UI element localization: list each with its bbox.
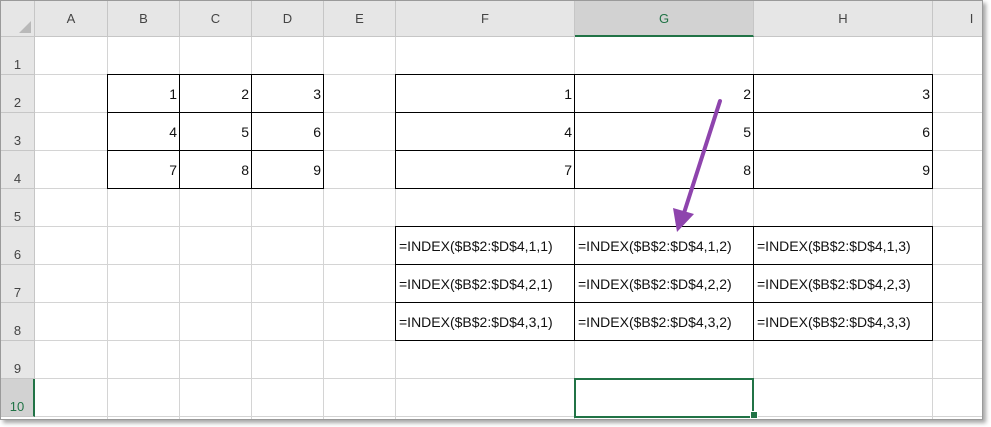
- source-cell-1-3[interactable]: 3: [251, 74, 324, 113]
- result-cell-1-2[interactable]: 2: [574, 74, 754, 113]
- fill-handle[interactable]: [750, 411, 758, 419]
- column-header-e[interactable]: E: [324, 1, 396, 37]
- source-cell-3-2[interactable]: 8: [179, 150, 252, 189]
- column-header-c[interactable]: C: [180, 1, 252, 37]
- column-header-d[interactable]: D: [252, 1, 324, 37]
- select-all-button[interactable]: [1, 1, 35, 37]
- column-header-g[interactable]: G: [575, 1, 754, 37]
- source-cell-3-1[interactable]: 7: [107, 150, 180, 189]
- formula-cell-1-1[interactable]: =INDEX($B$2:$D$4,1,1): [395, 226, 575, 265]
- row-header-5[interactable]: 5: [1, 189, 35, 227]
- result-cell-1-1[interactable]: 1: [395, 74, 575, 113]
- formula-cell-1-2[interactable]: =INDEX($B$2:$D$4,1,2): [574, 226, 754, 265]
- result-cell-3-3[interactable]: 9: [753, 150, 933, 189]
- column-header-f[interactable]: F: [396, 1, 575, 37]
- active-cell-g10[interactable]: [574, 378, 754, 418]
- column-header-i[interactable]: I: [933, 1, 982, 37]
- row-header-10[interactable]: 10: [1, 379, 35, 417]
- column-header-h[interactable]: H: [754, 1, 933, 37]
- row-header-6[interactable]: 6: [1, 227, 35, 265]
- formula-cell-2-2[interactable]: =INDEX($B$2:$D$4,2,2): [574, 264, 754, 303]
- formula-cell-3-3[interactable]: =INDEX($B$2:$D$4,3,3): [753, 302, 933, 341]
- formula-cell-1-3[interactable]: =INDEX($B$2:$D$4,1,3): [753, 226, 933, 265]
- result-cell-3-2[interactable]: 8: [574, 150, 754, 189]
- row-header-8[interactable]: 8: [1, 303, 35, 341]
- row-header-3[interactable]: 3: [1, 113, 35, 151]
- gridline-horizontal: [35, 416, 982, 417]
- result-cell-2-2[interactable]: 5: [574, 112, 754, 151]
- result-cell-1-3[interactable]: 3: [753, 74, 933, 113]
- source-cell-2-2[interactable]: 5: [179, 112, 252, 151]
- annotation-arrow-icon: [673, 99, 722, 232]
- row-header-7[interactable]: 7: [1, 265, 35, 303]
- formula-cell-3-1[interactable]: =INDEX($B$2:$D$4,3,1): [395, 302, 575, 341]
- gridline-horizontal: [35, 378, 982, 379]
- select-all-triangle-icon: [19, 21, 31, 33]
- row-header-9[interactable]: 9: [1, 341, 35, 379]
- result-cell-3-1[interactable]: 7: [395, 150, 575, 189]
- result-cell-2-1[interactable]: 4: [395, 112, 575, 151]
- source-cell-1-2[interactable]: 2: [179, 74, 252, 113]
- spreadsheet-window: A B C D E F G H I 1 2 3 4 5 6 7 8 9 10 1 2 3 4 5 6 7 8 9 1 2 3 4 5 6 7 8 9 =I…: [0, 0, 983, 420]
- column-header-b[interactable]: B: [108, 1, 180, 37]
- row-header-2[interactable]: 2: [1, 75, 35, 113]
- row-header-1[interactable]: 1: [1, 37, 35, 75]
- result-cell-2-3[interactable]: 6: [753, 112, 933, 151]
- formula-cell-2-3[interactable]: =INDEX($B$2:$D$4,2,3): [753, 264, 933, 303]
- formula-cell-3-2[interactable]: =INDEX($B$2:$D$4,3,2): [574, 302, 754, 341]
- column-header-a[interactable]: A: [35, 1, 108, 37]
- source-cell-1-1[interactable]: 1: [107, 74, 180, 113]
- source-cell-2-1[interactable]: 4: [107, 112, 180, 151]
- source-cell-2-3[interactable]: 6: [251, 112, 324, 151]
- formula-cell-2-1[interactable]: =INDEX($B$2:$D$4,2,1): [395, 264, 575, 303]
- source-cell-3-3[interactable]: 9: [251, 150, 324, 189]
- row-header-4[interactable]: 4: [1, 151, 35, 189]
